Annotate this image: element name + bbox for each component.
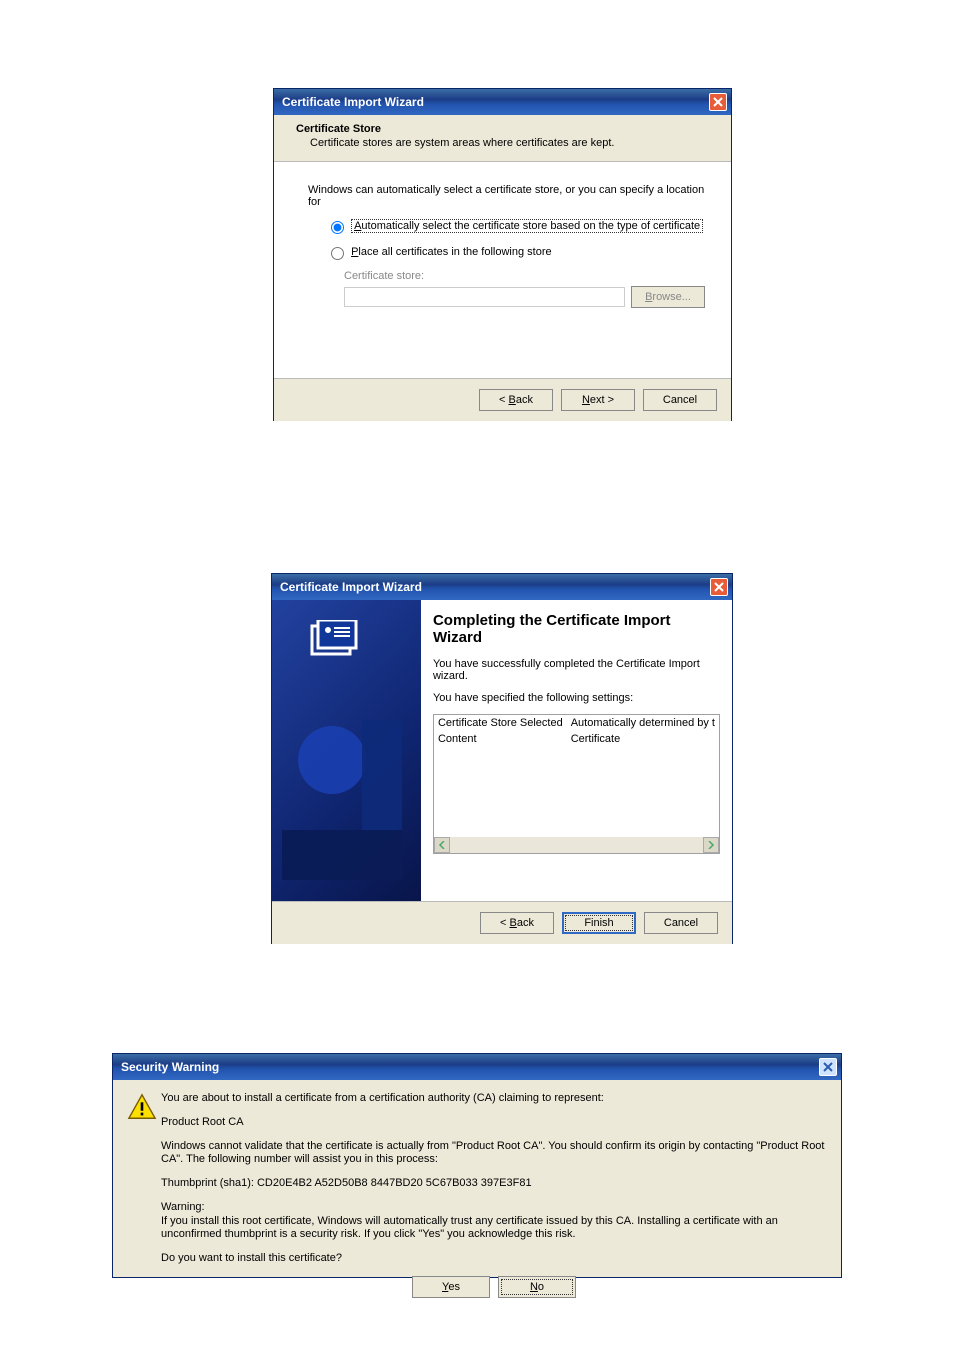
scroll-left-icon[interactable] — [434, 837, 450, 853]
radio-auto-label[interactable]: Automatically select the certificate sto… — [351, 219, 703, 233]
titlebar[interactable]: Certificate Import Wizard — [272, 574, 732, 600]
cert-store-dialog: Certificate Import Wizard Certificate St… — [273, 88, 732, 421]
back-button[interactable]: < Back — [479, 389, 553, 411]
ca-name: Product Root CA — [161, 1116, 827, 1130]
security-warning-dialog: Security Warning You are about to instal… — [112, 1053, 842, 1278]
titlebar[interactable]: Security Warning — [113, 1054, 841, 1080]
intro-text: Windows can automatically select a certi… — [308, 184, 705, 208]
window-title: Security Warning — [121, 1060, 219, 1074]
window-title: Certificate Import Wizard — [282, 95, 424, 109]
page-subheading: Certificate stores are system areas wher… — [310, 137, 713, 149]
cancel-button[interactable]: Cancel — [643, 389, 717, 411]
radio-auto[interactable] — [331, 221, 344, 234]
completion-line1: You have successfully completed the Cert… — [433, 658, 720, 682]
cancel-button[interactable]: Cancel — [644, 912, 718, 934]
scroll-right-icon[interactable] — [703, 837, 719, 853]
completion-heading: Completing the Certificate Import Wizard — [433, 612, 720, 646]
cert-complete-dialog: Certificate Import Wizard Completing the… — [271, 573, 733, 944]
confirm-question: Do you want to install this certificate? — [161, 1252, 827, 1266]
validation-text: Windows cannot validate that the certifi… — [161, 1140, 827, 1168]
next-button[interactable]: Next > — [561, 389, 635, 411]
window-title: Certificate Import Wizard — [280, 580, 422, 594]
no-button[interactable]: No — [498, 1276, 576, 1298]
close-icon[interactable] — [709, 93, 727, 111]
finish-button[interactable]: Finish — [562, 912, 636, 934]
page-heading: Certificate Store — [296, 123, 713, 135]
yes-button[interactable]: Yes — [412, 1276, 490, 1298]
titlebar[interactable]: Certificate Import Wizard — [274, 89, 731, 115]
warning-detail: Warning: If you install this root certif… — [161, 1201, 827, 1242]
list-item: Certificate Store Selected Automatically… — [434, 715, 719, 731]
radio-place-label[interactable]: Place all certificates in the following … — [351, 246, 552, 258]
close-icon[interactable] — [710, 578, 728, 596]
close-icon[interactable] — [819, 1058, 837, 1076]
warning-text: You are about to install a certificate f… — [161, 1092, 827, 1106]
browse-button: Browse... — [631, 286, 705, 308]
list-item: Content Certificate — [434, 731, 719, 747]
scrollbar[interactable] — [434, 837, 719, 853]
thumbprint-text: Thumbprint (sha1): CD20E4B2 A52D50B8 844… — [161, 1177, 827, 1191]
cert-store-input — [344, 287, 625, 307]
back-button[interactable]: < Back — [480, 912, 554, 934]
wizard-graphic — [272, 600, 421, 901]
cert-store-label: Certificate store: — [344, 270, 705, 282]
settings-list: Certificate Store Selected Automatically… — [433, 714, 720, 854]
radio-place[interactable] — [331, 247, 344, 260]
completion-line2: You have specified the following setting… — [433, 692, 720, 704]
warning-icon — [127, 1092, 161, 1277]
